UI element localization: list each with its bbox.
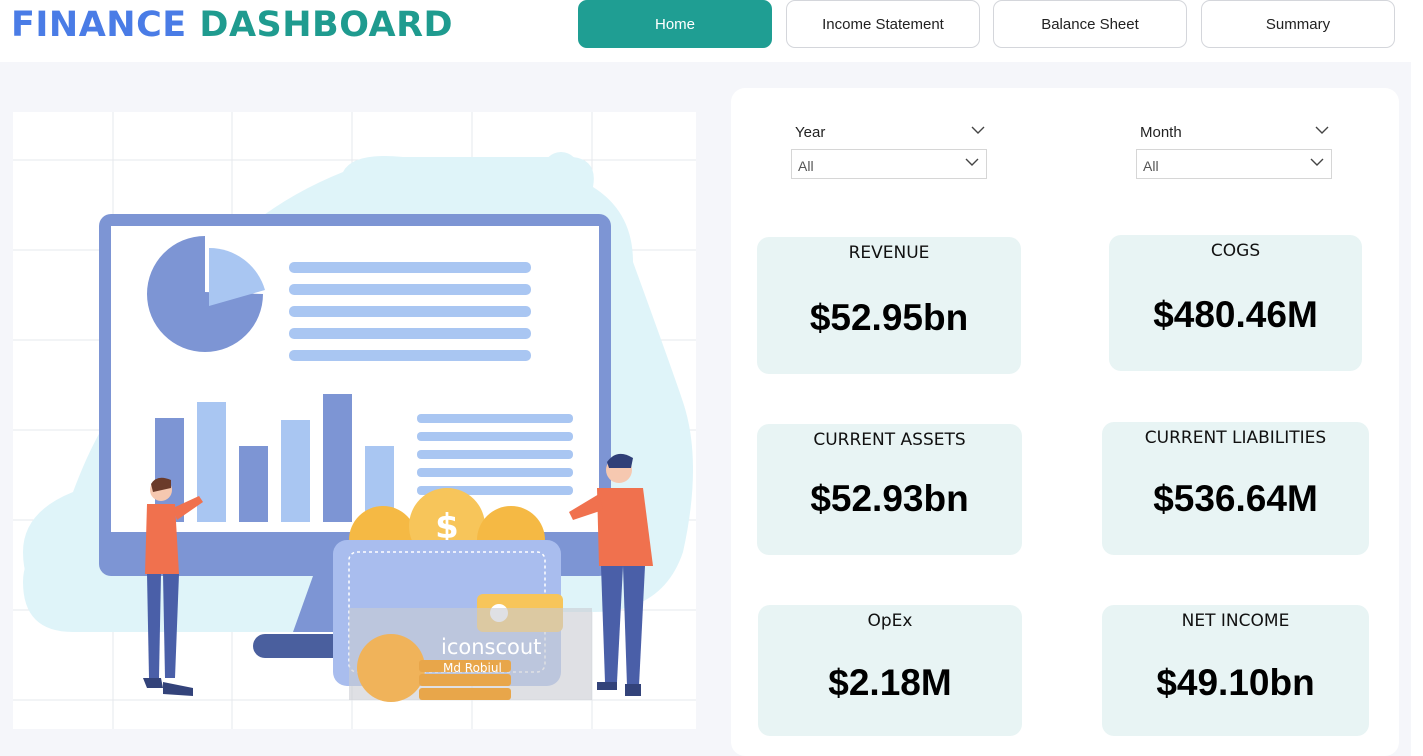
chevron-down-icon [965,158,979,166]
page-title: FINANCE DASHBOARD [11,5,453,45]
top-bar: FINANCE DASHBOARD Home Income Statement … [0,0,1411,62]
kpi-value: $2.18M [828,662,952,703]
year-collapse-chevron-icon[interactable] [971,126,985,135]
kpi-value: $52.93bn [810,478,969,519]
month-dropdown[interactable]: All [1136,149,1332,179]
kpi-label: OpEx [867,611,913,631]
watermark-author: Md Robiul [443,661,502,675]
kpi-card-net-income: NET INCOME $49.10bn [1102,605,1369,736]
kpi-card-cogs: COGS $480.46M [1109,235,1362,371]
nav-income-statement-button[interactable]: Income Statement [786,0,980,48]
nav-home-button[interactable]: Home [578,0,772,48]
kpi-card-current-liabilities: CURRENT LIABILITIES $536.64M [1102,422,1369,555]
title-part-finance: FINANCE [11,5,187,45]
kpi-label: CURRENT ASSETS [813,430,966,450]
kpi-label: REVENUE [848,243,930,263]
kpi-label: NET INCOME [1181,611,1290,631]
kpi-value: $49.10bn [1156,662,1315,703]
kpi-value: $536.64M [1153,478,1318,519]
kpi-card-opex: OpEx $2.18M [758,605,1022,736]
watermark-brand: iconscout [441,635,541,659]
year-dropdown-value: All [798,158,814,174]
finance-illustration: $ iconscout Md Robiul [13,112,696,729]
year-dropdown[interactable]: All [791,149,987,179]
month-filter-label: Month [1140,124,1182,141]
title-part-dashboard: DASHBOARD [199,5,454,45]
nav-balance-sheet-button[interactable]: Balance Sheet [993,0,1187,48]
chevron-down-icon [1310,158,1324,166]
kpi-card-revenue: REVENUE $52.95bn [757,237,1021,374]
nav-summary-button[interactable]: Summary [1201,0,1395,48]
month-collapse-chevron-icon[interactable] [1315,126,1329,135]
kpi-panel: Year All Month All REVENUE $52.95bn COGS… [731,88,1399,756]
kpi-card-current-assets: CURRENT ASSETS $52.93bn [757,424,1022,555]
kpi-value: $480.46M [1153,294,1318,335]
vertical-scrollbar[interactable] [1411,0,1423,756]
finance-analytics-illustration-icon: $ iconscout Md Robiul [13,112,696,729]
kpi-label: CURRENT LIABILITIES [1144,428,1327,448]
kpi-label: COGS [1210,241,1261,261]
month-dropdown-value: All [1143,158,1159,174]
year-filter-label: Year [795,124,826,141]
kpi-value: $52.95bn [809,297,969,338]
